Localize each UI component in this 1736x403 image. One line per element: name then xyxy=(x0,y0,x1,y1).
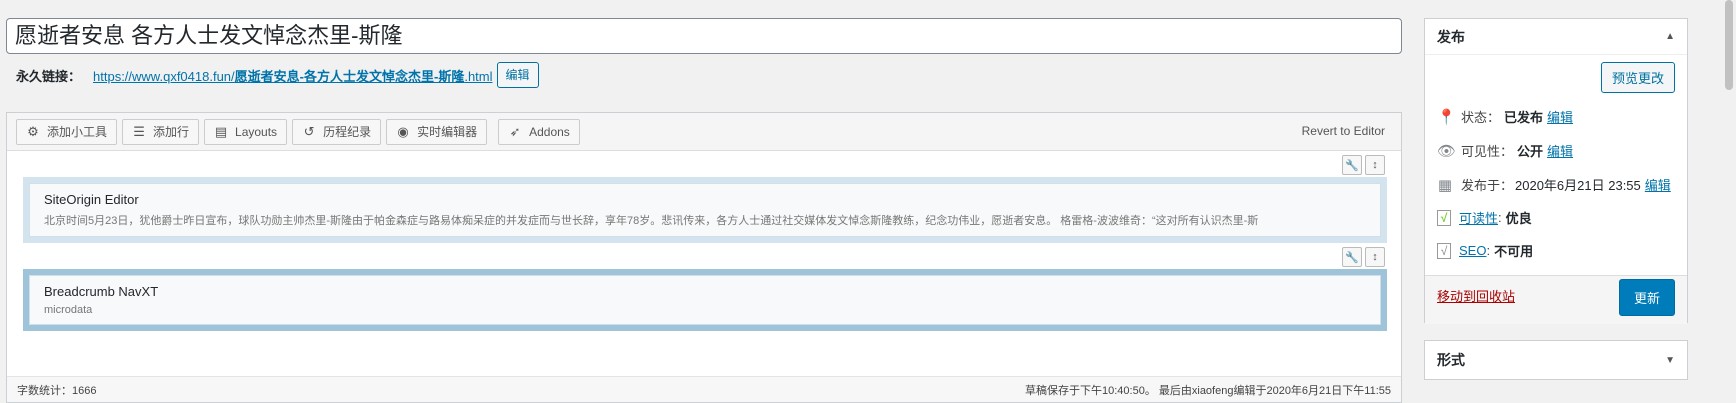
eye-icon: 👁 xyxy=(1437,142,1457,160)
layouts-label: Layouts xyxy=(235,124,278,139)
history-button[interactable]: ↺ 历程纪录 xyxy=(292,118,382,145)
published-value: 2020年6月21日 23:55 xyxy=(1515,178,1641,193)
permalink-url-slug: 愿逝者安息-各方人士发文悼念杰里-斯隆 xyxy=(234,68,465,84)
pin-icon: 📍 xyxy=(1437,108,1456,126)
page-builder: ⚙ 添加小工具 ☰ 添加行 ▤ Layouts ↺ 历程纪录 ◉ 实时编辑器 ➶ Addon… xyxy=(6,112,1402,403)
widget-description: 北京时间5月23日，犹他爵士昨日宣布，球队功勋主帅杰里-斯隆由于帕金森症与路易体… xyxy=(44,215,1259,227)
layout-icon: ▤ xyxy=(214,123,228,139)
move-icon[interactable]: ↕ xyxy=(1365,247,1385,267)
addons-label: Addons xyxy=(529,124,570,139)
widget-breadcrumb-navxt[interactable]: Breadcrumb NavXT microdata xyxy=(29,275,1381,325)
row-1-tools: 🔧 ↕ xyxy=(1339,155,1385,175)
add-widget-button[interactable]: ⚙ 添加小工具 xyxy=(16,118,118,145)
permalink-edit-button[interactable]: 编辑 xyxy=(496,62,539,88)
status-label: 状态： xyxy=(1461,110,1501,125)
autosave-info: 草稿保存于下午10:40:50。 最后由xiaofeng编辑于2020年6月21… xyxy=(1025,384,1391,397)
publish-box-title: 发布 xyxy=(1437,28,1465,45)
add-row-button[interactable]: ☰ 添加行 xyxy=(122,118,200,145)
visibility-edit-link[interactable]: 编辑 xyxy=(1547,141,1573,160)
readability-row: √ 可读性: 优良 xyxy=(1437,208,1532,227)
seo-link[interactable]: SEO xyxy=(1459,243,1486,258)
widget-title: SiteOrigin Editor xyxy=(44,192,139,207)
layouts-button[interactable]: ▤ Layouts xyxy=(204,118,288,145)
revert-to-editor-link[interactable]: Revert to Editor xyxy=(1302,124,1385,138)
permalink-bar: 永久链接： https://www.qxf0418.fun/愿逝者安息-各方人士… xyxy=(16,62,539,88)
addons-button[interactable]: ➶ Addons xyxy=(498,118,580,145)
move-icon[interactable]: ↕ xyxy=(1365,155,1385,175)
row-1: SiteOrigin Editor 北京时间5月23日，犹他爵士昨日宣布，球队功… xyxy=(23,177,1387,243)
seo-check-icon: √ xyxy=(1437,242,1451,259)
permalink-url[interactable]: https://www.qxf0418.fun/愿逝者安息-各方人士发文悼念杰里… xyxy=(93,66,492,85)
calendar-icon: ▦ xyxy=(1437,176,1453,194)
preview-changes-button[interactable]: 预览更改 xyxy=(1600,62,1675,93)
widget-title: Breadcrumb NavXT xyxy=(44,284,159,299)
row-2-tools: 🔧 ↕ xyxy=(1339,247,1385,267)
post-title-input[interactable]: 愿逝者安息 各方人士发文悼念杰里-斯隆 xyxy=(6,18,1402,54)
wrench-icon[interactable]: 🔧 xyxy=(1342,247,1362,267)
format-box-title: 形式 xyxy=(1437,352,1465,368)
status-value: 已发布 xyxy=(1504,110,1544,125)
permalink-label: 永久链接： xyxy=(16,68,82,84)
move-to-trash-link[interactable]: 移动到回收站 xyxy=(1437,286,1515,305)
published-label: 发布于： xyxy=(1461,178,1514,193)
published-row: ▦ 发布于： 2020年6月21日 23:55 编辑 xyxy=(1437,175,1671,194)
format-box: 形式 ▼ xyxy=(1424,340,1688,380)
visibility-row: 👁 可见性： 公开 编辑 xyxy=(1437,141,1573,160)
widget-siteorigin-editor[interactable]: SiteOrigin Editor 北京时间5月23日，犹他爵士昨日宣布，球队功… xyxy=(29,183,1381,237)
row-2: Breadcrumb NavXT microdata xyxy=(23,269,1387,331)
builder-toolbar: ⚙ 添加小工具 ☰ 添加行 ▤ Layouts ↺ 历程纪录 ◉ 实时编辑器 ➶ Addon… xyxy=(7,113,1401,151)
scrollbar[interactable] xyxy=(1722,0,1736,403)
published-edit-link[interactable]: 编辑 xyxy=(1645,175,1671,194)
readability-value: 优良 xyxy=(1505,211,1532,226)
builder-footer: 字数统计：1666 草稿保存于下午10:40:50。 最后由xiaofeng编辑… xyxy=(7,376,1401,402)
seo-row: √ SEO: 不可用 xyxy=(1437,241,1533,260)
visibility-value: 公开 xyxy=(1517,144,1544,159)
rows-icon: ☰ xyxy=(133,123,145,139)
wrench-icon[interactable]: 🔧 xyxy=(1342,155,1362,175)
readability-check-icon: √ xyxy=(1437,209,1451,226)
add-widget-label: 添加小工具 xyxy=(47,125,108,139)
gear-icon: ⚙ xyxy=(27,123,39,139)
caret-up-icon[interactable]: ▲ xyxy=(1665,31,1675,42)
format-box-header[interactable]: 形式 ▼ xyxy=(1425,341,1687,379)
caret-down-icon[interactable]: ▼ xyxy=(1665,355,1675,366)
rocket-icon: ➶ xyxy=(509,123,521,139)
live-editor-label: 实时编辑器 xyxy=(417,125,478,139)
update-button[interactable]: 更新 xyxy=(1618,279,1675,316)
status-edit-link[interactable]: 编辑 xyxy=(1547,107,1573,126)
publish-box-header[interactable]: 发布 ▲ xyxy=(1425,19,1687,55)
widget-description: microdata xyxy=(44,304,93,316)
publish-box: 发布 ▲ 预览更改 📍 状态： 已发布 编辑 👁 可见性： 公开 编辑 ▦ 发布… xyxy=(1424,18,1688,324)
eye-icon: ◉ xyxy=(397,123,409,139)
status-row: 📍 状态： 已发布 编辑 xyxy=(1437,107,1573,126)
permalink-url-prefix: https://www.qxf0418.fun/ xyxy=(93,68,235,84)
word-count: 字数统计：1666 xyxy=(17,384,97,397)
readability-link[interactable]: 可读性 xyxy=(1459,208,1498,227)
live-editor-button[interactable]: ◉ 实时编辑器 xyxy=(386,118,488,145)
add-row-label: 添加行 xyxy=(153,125,190,139)
history-label: 历程纪录 xyxy=(323,125,372,139)
scrollbar-thumb[interactable] xyxy=(1725,0,1733,90)
visibility-label: 可见性： xyxy=(1461,144,1514,159)
permalink-url-suffix: .html xyxy=(464,68,493,84)
history-icon: ↺ xyxy=(303,123,315,139)
seo-value: 不可用 xyxy=(1494,244,1534,259)
